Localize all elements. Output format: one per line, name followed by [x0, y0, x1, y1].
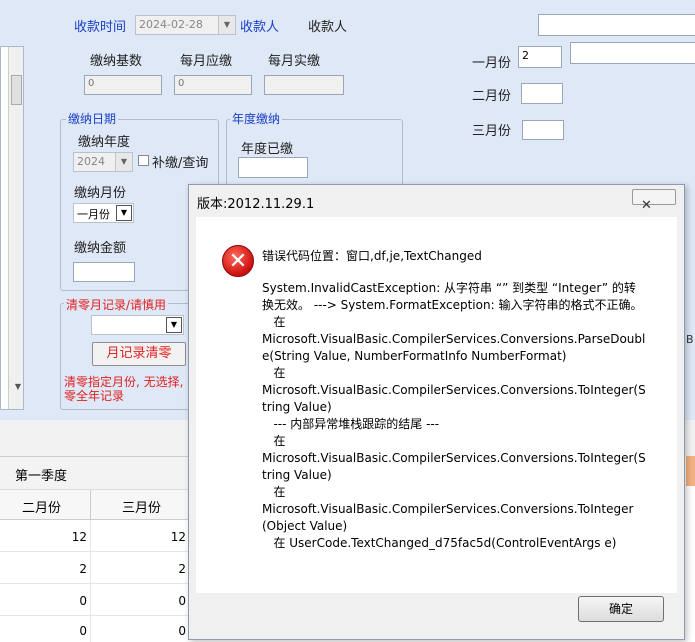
supplement-checkbox[interactable] — [138, 155, 149, 166]
chevron-down-icon[interactable]: ▼ — [115, 153, 132, 171]
error-message: System.InvalidCastException: 从字符串 “” 到类型… — [262, 281, 646, 550]
error-icon: ✕ — [222, 245, 254, 277]
jan-field[interactable]: 2 — [518, 46, 562, 68]
grid-right-edge-header — [686, 456, 695, 486]
table-row[interactable]: 2 2 — [0, 552, 190, 584]
monthly-due-label: 每月应缴 — [180, 54, 233, 69]
mar-label: 三月份 — [472, 124, 512, 139]
edge-text-fragment: B — [686, 333, 694, 346]
base-field[interactable]: 0 — [84, 75, 162, 95]
cell-feb: 0 — [79, 624, 87, 638]
dialog-title: 版本:2012.11.29.1 — [197, 197, 315, 212]
annual-paid-field[interactable] — [238, 157, 308, 178]
grid-group-header: 第一季度 — [0, 456, 190, 490]
payment-time-combo[interactable]: 2024-02-28 ▼ — [135, 15, 236, 35]
close-icon: ✕ — [641, 198, 652, 213]
payment-year-label: 缴纳年度 — [78, 135, 131, 150]
payment-year-combo[interactable]: 2024 ▼ — [73, 152, 133, 172]
payment-year-value: 2024 — [77, 155, 105, 168]
table-row[interactable]: 12 12 — [0, 520, 190, 552]
payment-month-value: 一月份 — [77, 208, 110, 221]
feb-field[interactable] — [521, 83, 563, 104]
payment-amount-field[interactable] — [73, 262, 135, 282]
payee-label: 收款人 — [240, 20, 280, 35]
error-dialog: 版本:2012.11.29.1 ✕ ✕ 错误代码位置：窗口,df,je,Text… — [188, 184, 685, 640]
payment-time-label: 收款时间 — [74, 20, 127, 35]
payment-month-combo[interactable]: 一月份 ▼ — [73, 203, 134, 223]
left-list-panel[interactable]: ▼ — [0, 46, 24, 410]
monthly-paid-label: 每月实缴 — [268, 54, 321, 69]
grid-body: 12 12 2 2 0 0 0 0 — [0, 520, 190, 642]
top-right-field[interactable] — [538, 14, 695, 36]
chevron-down-icon[interactable]: ▼ — [166, 317, 182, 333]
grid-column-header: 二月份 三月份 — [0, 490, 190, 520]
clear-month-title: 清零月记录/请慎用 — [64, 296, 169, 313]
dialog-titlebar[interactable]: 版本:2012.11.29.1 ✕ — [189, 185, 684, 215]
payment-month-label: 缴纳月份 — [74, 186, 127, 201]
payee-value: 收款人 — [308, 20, 348, 35]
payment-time-value: 2024-02-28 — [139, 18, 203, 31]
left-list-scrollbar[interactable]: ▼ — [8, 47, 23, 409]
dialog-content: ✕ 错误代码位置：窗口,df,je,TextChanged System.Inv… — [196, 217, 677, 593]
payment-amount-label: 缴纳金额 — [74, 241, 127, 256]
clear-month-combo[interactable]: ▼ — [91, 315, 184, 335]
chevron-down-icon[interactable]: ▼ — [116, 205, 132, 221]
table-row[interactable]: 0 0 — [0, 616, 190, 642]
scrollbar-thumb[interactable] — [11, 75, 22, 105]
mar-field[interactable] — [522, 120, 564, 140]
supplement-label: 补缴/查询 — [152, 156, 209, 171]
cell-feb: 12 — [71, 530, 87, 544]
jan-label: 一月份 — [472, 56, 512, 71]
table-row[interactable]: 0 0 — [0, 584, 190, 616]
annual-payment-title: 年度缴纳 — [230, 110, 283, 127]
monthly-paid-field[interactable] — [264, 75, 344, 95]
annual-paid-label: 年度已缴 — [241, 142, 294, 157]
ok-button[interactable]: 确定 — [578, 596, 664, 622]
monthly-due-field[interactable]: 0 — [174, 75, 252, 95]
cell-feb: 0 — [79, 594, 87, 608]
cell-feb: 2 — [79, 562, 87, 576]
cell-mar: 2 — [178, 562, 186, 576]
cell-mar: 0 — [178, 624, 186, 638]
quarter-header: 第一季度 — [15, 469, 68, 484]
chevron-down-icon[interactable]: ▼ — [218, 16, 235, 34]
cell-mar: 0 — [178, 594, 186, 608]
base-label: 缴纳基数 — [90, 54, 143, 69]
col-feb-header[interactable]: 二月份 — [22, 497, 61, 516]
clear-month-button[interactable]: 月记录清零 — [92, 342, 186, 366]
col-mar-header[interactable]: 三月份 — [122, 497, 161, 516]
clear-warning-line2: 零全年记录 — [64, 389, 125, 403]
scroll-down-icon[interactable]: ▼ — [15, 382, 21, 391]
jan-extra-field[interactable] — [570, 42, 695, 64]
error-location: 错误代码位置：窗口,df,je,TextChanged — [262, 249, 482, 263]
close-button[interactable]: ✕ — [632, 189, 676, 213]
feb-label: 二月份 — [472, 89, 512, 104]
payment-date-title: 缴纳日期 — [66, 110, 119, 127]
cell-mar: 12 — [170, 530, 186, 544]
